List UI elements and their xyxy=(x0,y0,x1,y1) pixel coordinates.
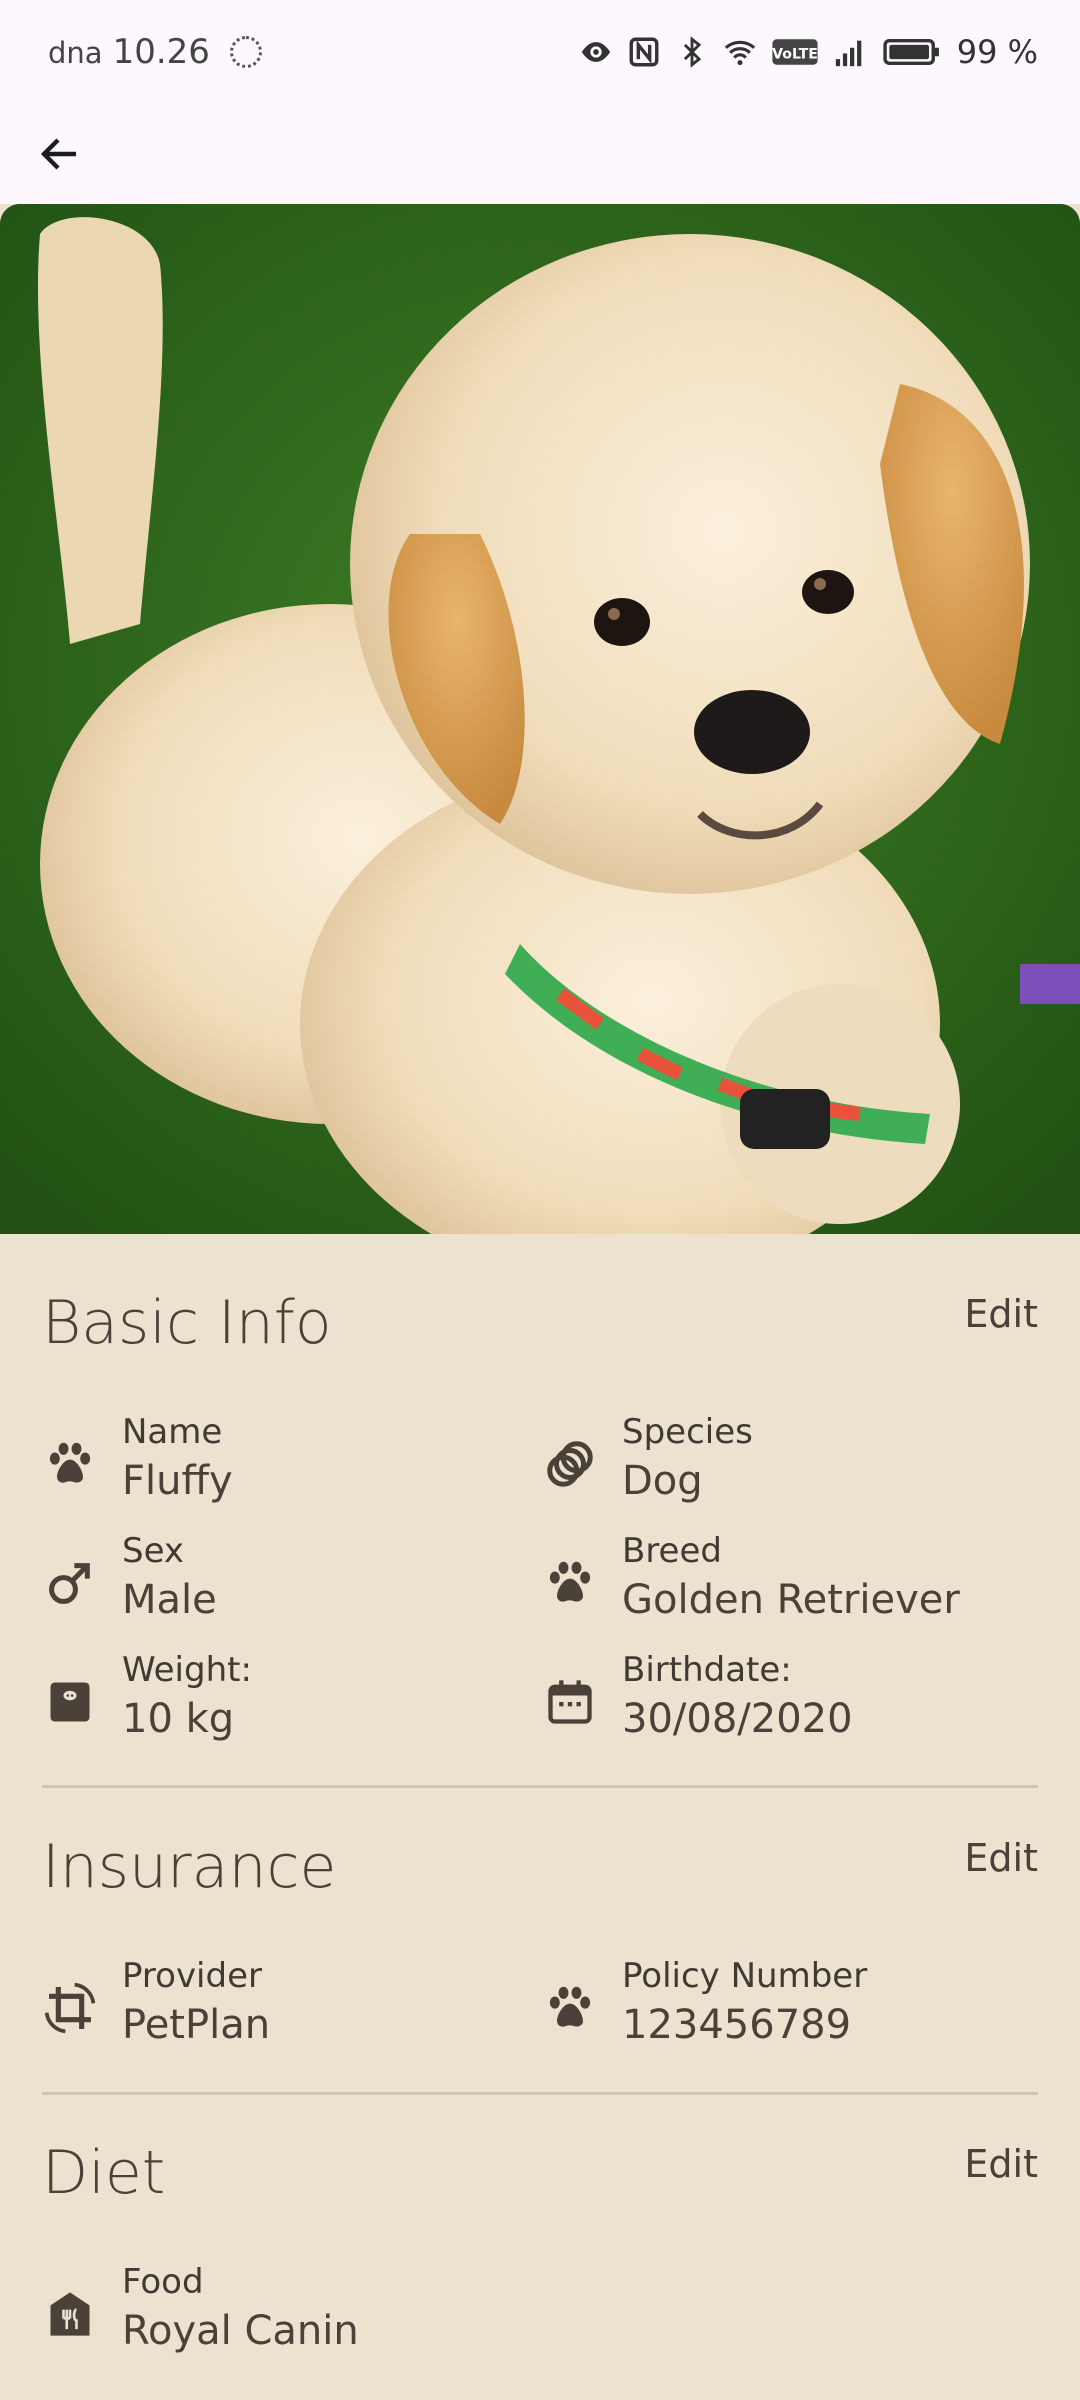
puppy-photo xyxy=(0,204,1080,1234)
basic-info-title: Basic Info xyxy=(42,1288,332,1358)
field-value: PetPlan xyxy=(122,2002,271,2048)
field-label: Species xyxy=(622,1412,753,1452)
insurance-section: Insurance Edit Provider PetPlan Policy N… xyxy=(42,1824,1038,2074)
field-label: Policy Number xyxy=(622,1956,868,1996)
paw-icon xyxy=(42,1436,98,1492)
basic-info-section: Basic Info Edit Name Fluffy Species Dog … xyxy=(42,1280,1038,1780)
field-value: Fluffy xyxy=(122,1458,233,1504)
insurance-edit-button[interactable]: Edit xyxy=(964,1836,1038,1880)
field-label: Food xyxy=(122,2262,204,2302)
wifi-icon xyxy=(724,40,755,66)
field-value: Royal Canin xyxy=(122,2308,359,2354)
status-bar: dna 10.26 VoLTE 99 % xyxy=(0,0,1080,104)
diet-edit-button[interactable]: Edit xyxy=(964,2142,1038,2186)
field-policy-number: Policy Number 123456789 xyxy=(542,1956,1022,2056)
field-provider: Provider PetPlan xyxy=(42,1956,522,2056)
nfc-icon xyxy=(629,37,659,67)
battery-percent: 99 % xyxy=(956,33,1038,71)
back-button[interactable] xyxy=(24,118,96,190)
app-bar xyxy=(0,104,1080,204)
field-value: Dog xyxy=(622,1458,703,1504)
paw-icon xyxy=(542,1980,598,2036)
field-species: Species Dog xyxy=(542,1412,1022,1512)
section-divider xyxy=(42,1785,1038,1788)
bluetooth-icon xyxy=(683,36,701,68)
diet-section: Diet Edit Food Royal Canin xyxy=(42,2130,1038,2390)
field-label: Name xyxy=(122,1412,223,1452)
rings-icon xyxy=(542,1436,598,1492)
restaurant-icon xyxy=(42,2286,98,2342)
field-breed: Breed Golden Retriever xyxy=(542,1531,1022,1631)
field-name: Name Fluffy xyxy=(42,1412,522,1512)
section-divider xyxy=(42,2092,1038,2095)
basic-info-edit-button[interactable]: Edit xyxy=(964,1292,1038,1336)
insurance-title: Insurance xyxy=(42,1832,337,1902)
volte-icon: VoLTE xyxy=(772,39,818,65)
sync-icon xyxy=(229,36,262,68)
scale-icon xyxy=(42,1674,98,1730)
field-label: Provider xyxy=(122,1956,262,1996)
battery-icon xyxy=(883,38,939,66)
field-value: Male xyxy=(122,1577,217,1623)
male-icon xyxy=(42,1555,98,1611)
field-value: 30/08/2020 xyxy=(622,1696,853,1742)
field-sex: Sex Male xyxy=(42,1531,522,1631)
svg-text:VoLTE: VoLTE xyxy=(772,46,818,62)
clock: 10.26 xyxy=(112,32,210,72)
eye-icon xyxy=(581,42,610,62)
field-label: Breed xyxy=(622,1531,722,1571)
arrow-back-icon xyxy=(40,138,76,170)
field-label: Sex xyxy=(122,1531,185,1571)
pet-photo xyxy=(0,204,1080,1234)
carrier-label: dna xyxy=(48,36,103,70)
field-weight: Weight: 10 kg xyxy=(42,1650,522,1750)
diet-title: Diet xyxy=(42,2138,166,2208)
crop-rotate-icon xyxy=(42,1980,98,2036)
paw-icon xyxy=(542,1555,598,1611)
signal-icon xyxy=(835,40,862,67)
field-value: Golden Retriever xyxy=(622,1577,960,1623)
field-food: Food Royal Canin xyxy=(42,2262,522,2362)
field-value: 10 kg xyxy=(122,1696,235,1742)
field-label: Weight: xyxy=(122,1650,252,1690)
field-birthdate: Birthdate: 30/08/2020 xyxy=(542,1650,1022,1750)
field-label: Birthdate: xyxy=(622,1650,792,1690)
field-value: 123456789 xyxy=(622,2002,852,2048)
calendar-icon xyxy=(542,1674,598,1730)
